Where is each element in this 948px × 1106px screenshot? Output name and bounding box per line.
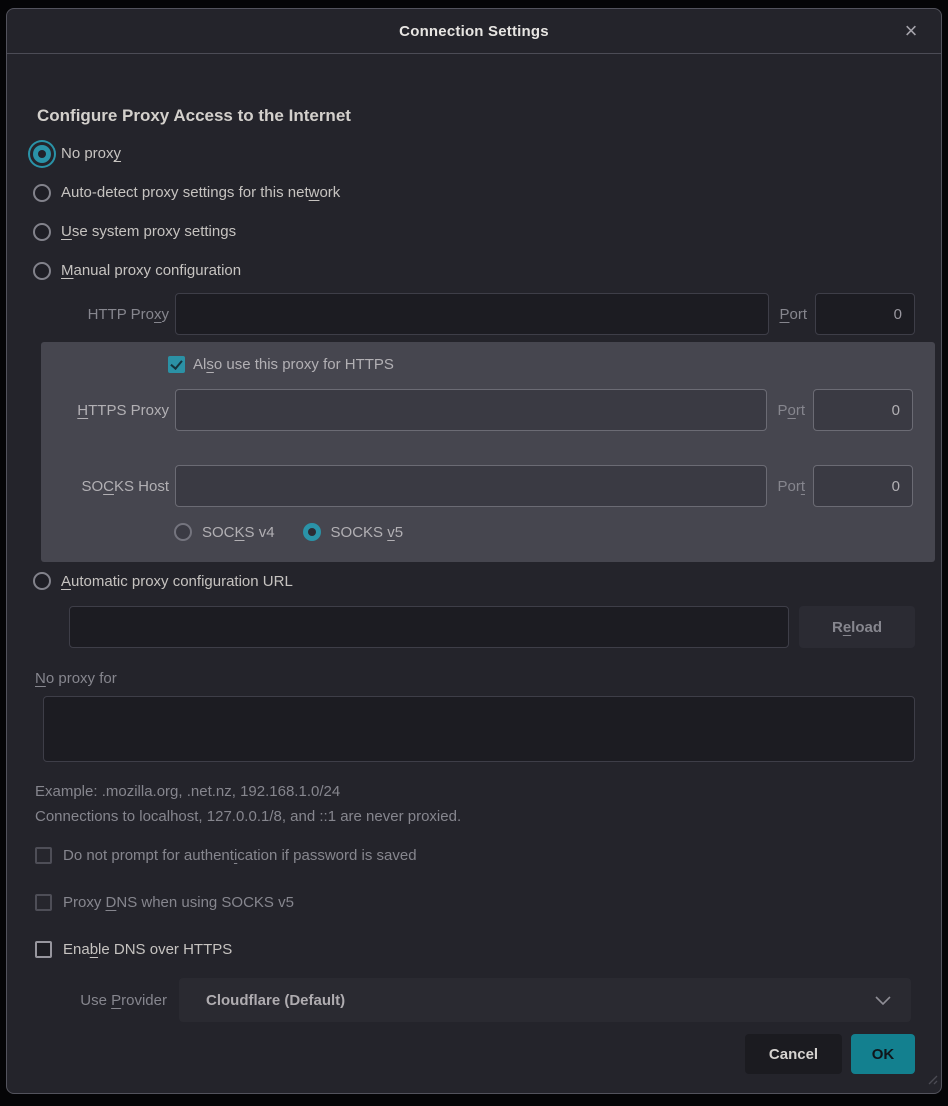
- option-label: Proxy DNS when using SOCKS v5: [63, 894, 294, 911]
- resize-grip-icon[interactable]: [927, 1072, 938, 1090]
- no-proxy-example-text: Example: .mozilla.org, .net.nz, 192.168.…: [35, 783, 915, 800]
- page-title: Configure Proxy Access to the Internet: [37, 106, 915, 126]
- proxy-mode-label: No proxy: [61, 145, 121, 162]
- close-icon[interactable]: ×: [895, 15, 927, 47]
- dialog-footer: Cancel OK: [33, 1034, 915, 1074]
- proxy-mode-manual[interactable]: Manual proxy configuration: [33, 251, 915, 290]
- http-proxy-input[interactable]: [175, 293, 769, 335]
- option-no-auth-prompt[interactable]: Do not prompt for authentication if pass…: [35, 843, 915, 867]
- socks-v4-label: SOCKS v4: [202, 524, 275, 541]
- share-proxy-label: Also use this proxy for HTTPS: [193, 356, 394, 373]
- checkbox-checked-icon: [168, 356, 185, 373]
- proxy-mode-label: Use system proxy settings: [61, 223, 236, 240]
- dialog-body: Configure Proxy Access to the Internet N…: [7, 106, 941, 1074]
- connection-settings-dialog: Connection Settings × Configure Proxy Ac…: [6, 8, 942, 1094]
- proxy-mode-system[interactable]: Use system proxy settings: [33, 212, 915, 251]
- https-port-input[interactable]: [813, 389, 913, 431]
- checkbox-icon: [35, 941, 52, 958]
- checkbox-icon: [35, 894, 52, 911]
- option-proxy-dns-socks5[interactable]: Proxy DNS when using SOCKS v5: [35, 890, 915, 914]
- http-proxy-label: HTTP Proxy: [33, 306, 169, 323]
- proxy-mode-label: Auto-detect proxy settings for this netw…: [61, 184, 340, 201]
- auto-config-url-input[interactable]: [69, 606, 789, 648]
- auto-url-row: Reload: [69, 606, 915, 648]
- doh-provider-select[interactable]: Cloudflare (Default): [179, 978, 911, 1022]
- radio-icon: [33, 223, 51, 241]
- reload-button[interactable]: Reload: [799, 606, 915, 648]
- socks-v5-label: SOCKS v5: [331, 524, 404, 541]
- proxy-mode-no-proxy[interactable]: No proxy: [33, 134, 915, 173]
- radio-selected-icon: [33, 145, 51, 163]
- checkbox-icon: [35, 847, 52, 864]
- option-label: Enable DNS over HTTPS: [63, 941, 232, 958]
- cancel-button[interactable]: Cancel: [745, 1034, 842, 1074]
- radio-selected-icon: [303, 523, 321, 541]
- proxy-mode-auto-detect[interactable]: Auto-detect proxy settings for this netw…: [33, 173, 915, 212]
- option-enable-doh[interactable]: Enable DNS over HTTPS: [35, 937, 915, 961]
- chevron-down-icon: [875, 996, 891, 1005]
- share-proxy-checkbox-row[interactable]: Also use this proxy for HTTPS: [168, 352, 913, 376]
- socks-host-label: SOCKS Host: [41, 478, 169, 495]
- https-proxy-input[interactable]: [175, 389, 767, 431]
- no-proxy-for-label: No proxy for: [35, 670, 915, 687]
- https-socks-highlight-panel: Also use this proxy for HTTPS HTTPS Prox…: [41, 342, 935, 562]
- ok-button[interactable]: OK: [851, 1034, 915, 1074]
- doh-provider-value: Cloudflare (Default): [206, 992, 875, 1009]
- doh-provider-row: Use Provider Cloudflare (Default): [33, 978, 915, 1022]
- socks-port-input[interactable]: [813, 465, 913, 507]
- radio-icon: [33, 572, 51, 590]
- http-port-label: Port: [779, 306, 807, 323]
- https-port-label: Port: [777, 402, 805, 419]
- use-provider-label: Use Provider: [33, 992, 167, 1009]
- option-label: Do not prompt for authentication if pass…: [63, 847, 417, 864]
- no-proxy-note-text: Connections to localhost, 127.0.0.1/8, a…: [35, 808, 915, 825]
- socks-host-row: SOCKS Host Port: [41, 465, 913, 507]
- proxy-mode-auto-url[interactable]: Automatic proxy configuration URL: [33, 568, 915, 594]
- dialog-titlebar: Connection Settings ×: [7, 9, 941, 54]
- socks-version-group: SOCKS v4 SOCKS v5: [174, 519, 913, 545]
- http-port-input[interactable]: [815, 293, 915, 335]
- socks-v5-radio[interactable]: SOCKS v5: [303, 519, 404, 545]
- auto-url-label: Automatic proxy configuration URL: [61, 573, 293, 590]
- socks-v4-radio[interactable]: SOCKS v4: [174, 519, 275, 545]
- dialog-title: Connection Settings: [399, 23, 549, 40]
- socks-host-input[interactable]: [175, 465, 767, 507]
- http-proxy-row: HTTP Proxy Port: [33, 293, 915, 335]
- proxy-mode-label: Manual proxy configuration: [61, 262, 241, 279]
- radio-icon: [174, 523, 192, 541]
- no-proxy-for-textarea[interactable]: [43, 696, 915, 762]
- https-proxy-label: HTTPS Proxy: [41, 402, 169, 419]
- radio-icon: [33, 262, 51, 280]
- radio-icon: [33, 184, 51, 202]
- https-proxy-row: HTTPS Proxy Port: [41, 389, 913, 431]
- socks-port-label: Port: [777, 478, 805, 495]
